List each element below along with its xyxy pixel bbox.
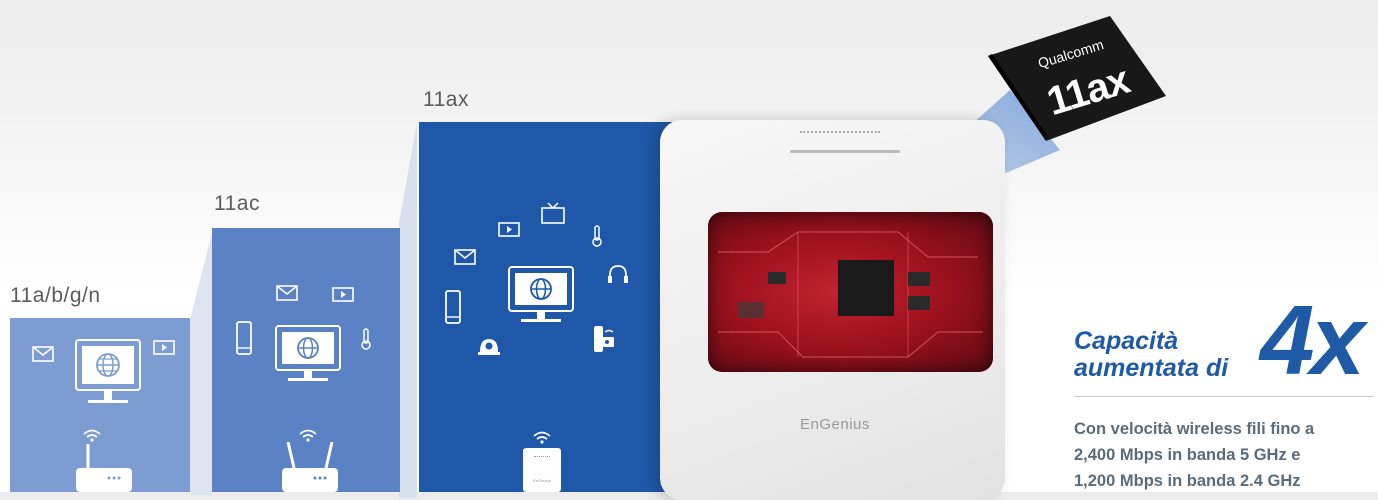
ap-brand-logo: EnGenius [800,416,870,433]
capacity-line1: Capacità [1074,327,1179,355]
capacity-line2: aumentata di [1074,354,1229,382]
capacity-multiplier: 4x [1260,285,1365,395]
ap-slot [790,150,900,153]
circuit-board-traces [718,231,983,358]
qualcomm-chip: Qualcomm 11ax [988,16,1168,141]
description-line3: 1,200 Mbps in banda 2.4 GHz [1074,472,1301,490]
divider [1074,396,1374,397]
ap-status-leds [800,131,880,136]
ap-internal-board [708,212,993,372]
description-line1: Con velocità wireless fili fino a [1074,420,1315,438]
description-line2: 2,400 Mbps in banda 5 GHz e [1074,446,1301,464]
capacity-description: Con velocità wireless fili fino a 2,400 … [1074,416,1376,494]
capacity-title: Capacità aumentata di [1074,328,1228,382]
